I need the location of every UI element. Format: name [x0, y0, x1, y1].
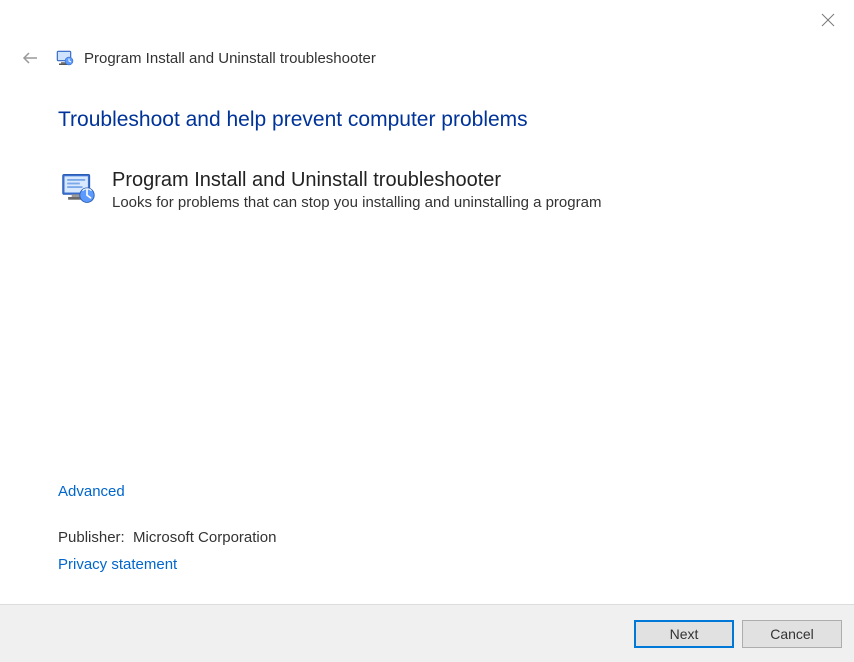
close-icon: [821, 13, 835, 27]
publisher-label: Publisher:: [58, 529, 125, 546]
back-arrow-icon: [21, 49, 39, 67]
publisher-row: Publisher: Microsoft Corporation: [58, 529, 276, 546]
back-button[interactable]: [20, 48, 40, 68]
troubleshooter-text: Program Install and Uninstall troublesho…: [112, 168, 601, 211]
window-title: Program Install and Uninstall troublesho…: [84, 50, 376, 67]
privacy-link[interactable]: Privacy statement: [58, 556, 177, 573]
next-button[interactable]: Next: [634, 620, 734, 648]
lower-block: Advanced Publisher: Microsoft Corporatio…: [58, 483, 276, 574]
troubleshooter-title: Program Install and Uninstall troublesho…: [112, 168, 601, 192]
advanced-link[interactable]: Advanced: [58, 483, 125, 500]
troubleshooter-icon: [58, 168, 98, 208]
header-title-wrap: Program Install and Uninstall troublesho…: [56, 49, 376, 67]
troubleshooter-item: Program Install and Uninstall troublesho…: [58, 168, 796, 211]
troubleshooter-header-icon: [56, 49, 74, 67]
footer-bar: Next Cancel: [0, 604, 854, 662]
close-button[interactable]: [816, 8, 840, 32]
publisher-value: Microsoft Corporation: [133, 529, 276, 546]
page-heading: Troubleshoot and help prevent computer p…: [58, 108, 796, 132]
header-row: Program Install and Uninstall troublesho…: [0, 40, 854, 80]
content-area: Troubleshoot and help prevent computer p…: [0, 80, 854, 211]
cancel-button[interactable]: Cancel: [742, 620, 842, 648]
troubleshooter-description: Looks for problems that can stop you ins…: [112, 194, 601, 211]
titlebar: [0, 0, 854, 40]
